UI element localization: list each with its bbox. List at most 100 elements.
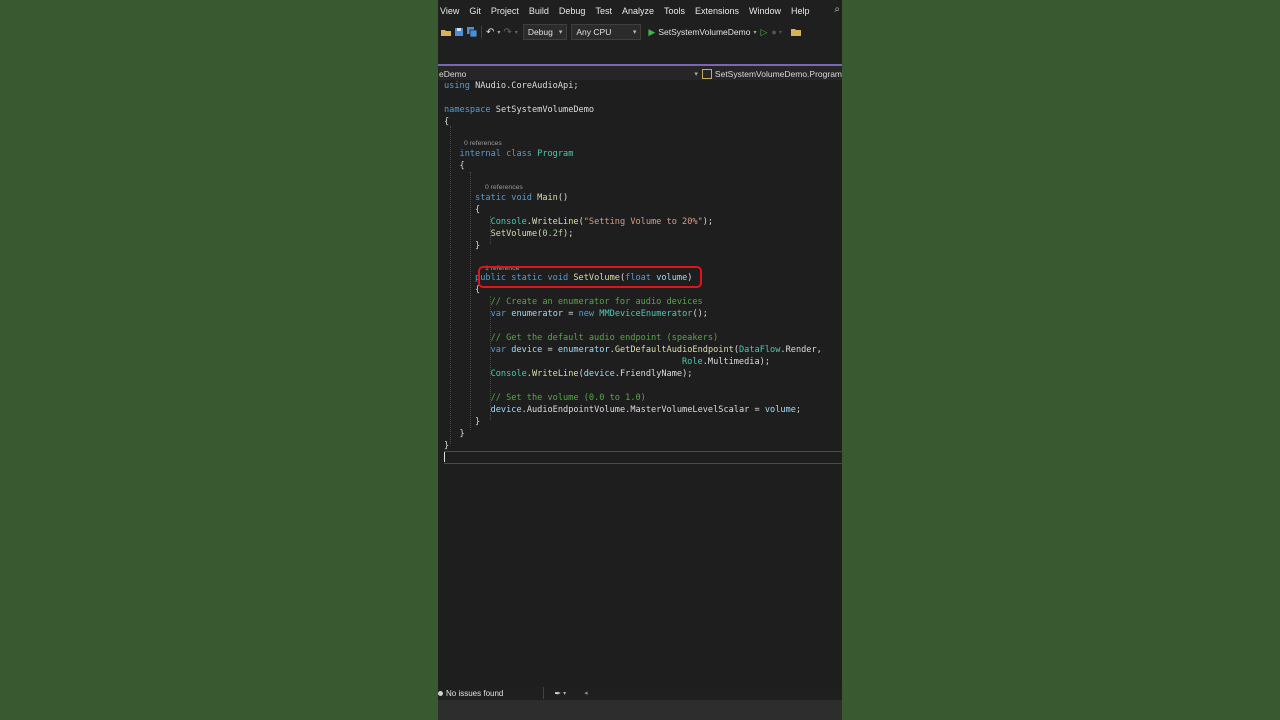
class-icon	[701, 69, 712, 79]
open-folder-icon[interactable]	[441, 27, 451, 37]
background-left	[0, 0, 438, 720]
annotation-highlight-box	[478, 266, 702, 288]
visual-studio-window: View Git Project Build Debug Test Analyz…	[438, 0, 842, 720]
undo-dropdown-icon[interactable]: ▾	[497, 29, 500, 36]
menu-project[interactable]: Project	[488, 6, 526, 16]
menu-analyze[interactable]: Analyze	[619, 6, 661, 16]
code-comment: // Set the volume (0.0 to 1.0)	[490, 393, 646, 403]
code-line: // Set the volume (0.0 to 1.0)	[444, 392, 646, 404]
string-literal: "Setting Volume to 20%"	[583, 217, 703, 227]
code-line: internal class Program	[444, 148, 574, 160]
variable-name: device	[511, 345, 543, 355]
enum-member: Render	[785, 345, 817, 355]
chevron-down-icon[interactable]: ▾	[563, 690, 566, 697]
menu-tools[interactable]: Tools	[661, 6, 692, 16]
background-right	[842, 0, 1280, 720]
menu-extensions[interactable]: Extensions	[692, 6, 746, 16]
startup-dropdown-icon[interactable]: ▾	[753, 29, 756, 36]
menu-debug[interactable]: Debug	[556, 6, 593, 16]
code-line: {	[444, 117, 450, 127]
project-navigator[interactable]: eDemo	[438, 69, 694, 79]
code-line: Role.Multimedia);	[682, 357, 770, 367]
keyword: using	[444, 81, 470, 91]
type-name: SetSystemVolumeDemo.Program	[714, 69, 842, 79]
chevron-down-icon: ▾	[558, 29, 563, 36]
code-line: }	[444, 417, 481, 427]
menu-bar: View Git Project Build Debug Test Analyz…	[438, 0, 842, 22]
toolbar: ↶ ▾ ↷ ▾ Debug ▾ Any CPU ▾ ▶ SetSystemVol…	[438, 22, 842, 42]
type-navigator[interactable]: SetSystemVolumeDemo.Program	[701, 69, 842, 79]
code-line: {	[444, 161, 465, 171]
code-editor[interactable]: using NAudio.CoreAudioApi; namespace Set…	[438, 80, 842, 686]
code-content: using NAudio.CoreAudioApi; namespace Set…	[444, 80, 822, 451]
status-ok-icon	[438, 690, 443, 696]
keyword: static void	[475, 193, 532, 203]
startup-project-label[interactable]: SetSystemVolumeDemo	[658, 27, 750, 37]
code-line: }	[444, 429, 465, 439]
redo-dropdown-icon[interactable]: ▾	[515, 29, 518, 36]
code-line: namespace SetSystemVolumeDemo	[444, 104, 594, 116]
folder-icon[interactable]	[790, 27, 801, 37]
undo-icon[interactable]: ↶	[486, 27, 494, 38]
menu-test[interactable]: Test	[592, 6, 619, 16]
project-name: eDemo	[439, 69, 467, 79]
menu-view[interactable]: View	[438, 6, 466, 16]
enum-member: Multimedia	[707, 357, 760, 367]
code-comment: // Get the default audio endpoint (speak…	[490, 333, 719, 343]
code-line: {	[444, 285, 481, 295]
start-debugging-icon[interactable]: ▶	[648, 27, 655, 38]
platform-dropdown[interactable]: Any CPU ▾	[571, 24, 642, 40]
menu-window[interactable]: Window	[746, 6, 788, 16]
code-line: var device = enumerator.GetDefaultAudioE…	[490, 345, 822, 355]
scroll-left-icon[interactable]: ◂	[584, 689, 588, 697]
toolbar-spacer	[438, 42, 842, 64]
status-separator	[543, 687, 545, 699]
brush-icon[interactable]: ✒	[554, 689, 561, 698]
configuration-dropdown[interactable]: Debug ▾	[522, 24, 568, 40]
output-panel-strip	[438, 700, 842, 720]
chevron-down-icon[interactable]: ▾	[694, 70, 698, 78]
configuration-value: Debug	[527, 27, 553, 37]
enum-name: Role	[682, 357, 703, 367]
code-line: // Create an enumerator for audio device…	[444, 296, 703, 308]
code-line: }	[444, 241, 481, 251]
code-line: SetVolume(0.2f);	[490, 229, 574, 239]
class-name: MMDeviceEnumerator	[599, 309, 693, 319]
code-line: Console.WriteLine("Setting Volume to 20%…	[490, 217, 714, 227]
text-cursor	[444, 452, 445, 462]
hot-reload-dropdown-icon[interactable]: ▾	[779, 29, 782, 36]
class-name: Program	[537, 149, 574, 159]
method-name: Main	[537, 193, 558, 203]
namespace-ref: NAudio.CoreAudioApi;	[475, 81, 579, 91]
save-all-icon[interactable]	[467, 27, 477, 37]
property-name: AudioEndpointVolume	[526, 405, 626, 415]
save-icon[interactable]	[454, 27, 464, 37]
platform-value: Any CPU	[576, 27, 612, 37]
menu-help[interactable]: Help	[788, 6, 817, 16]
menu-build[interactable]: Build	[526, 6, 556, 16]
menu-git[interactable]: Git	[466, 6, 488, 16]
keyword: internal class	[459, 149, 532, 159]
code-line: device.AudioEndpointVolume.MasterVolumeL…	[490, 405, 802, 415]
variable-name: enumerator	[511, 309, 564, 319]
chevron-down-icon: ▾	[632, 29, 637, 36]
issues-status[interactable]: No issues found	[446, 689, 503, 698]
search-icon[interactable]: ⌕	[834, 4, 840, 15]
code-line: using NAudio.CoreAudioApi;	[444, 80, 579, 92]
toolbar-separator	[481, 26, 482, 38]
property-name: FriendlyName	[619, 369, 683, 379]
method-name: GetDefaultAudioEndpoint	[614, 345, 734, 355]
code-line: var enumerator = new MMDeviceEnumerator(…	[490, 309, 708, 319]
code-line: static void Main()	[475, 193, 569, 203]
redo-icon[interactable]: ↷	[503, 27, 511, 38]
enum-name: DataFlow	[739, 345, 781, 355]
current-line-highlight	[444, 451, 842, 464]
start-without-debugging-icon[interactable]: ▷	[760, 27, 767, 38]
hot-reload-icon[interactable]: ●	[771, 27, 776, 37]
code-line: {	[444, 205, 481, 215]
number-literal: 0.2f	[542, 229, 564, 239]
status-bar: No issues found ✒ ▾ ◂	[438, 686, 842, 700]
code-line: Console.WriteLine(device.FriendlyName);	[490, 369, 693, 379]
code-comment: // Create an enumerator for audio device…	[490, 297, 703, 307]
code-line: // Get the default audio endpoint (speak…	[444, 332, 719, 344]
